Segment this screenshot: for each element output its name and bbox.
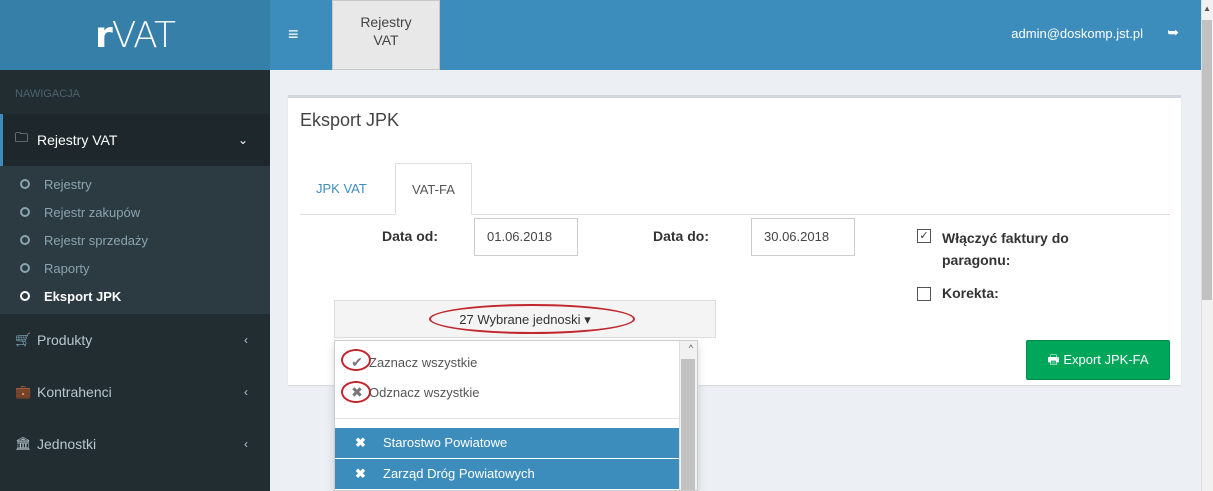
sidebar-item-produkty[interactable]: 🛒 Produkty ‹ (0, 314, 270, 366)
submenu-item-rejestry[interactable]: Rejestry (0, 170, 270, 198)
correction-label: Korekta: (942, 285, 999, 301)
scroll-up-arrow-icon[interactable]: ^ (689, 343, 693, 353)
date-to-input[interactable]: 30.06.2018 (751, 218, 855, 256)
sidebar-item-label: Produkty (37, 332, 93, 348)
tab-jpk-vat[interactable]: JPK VAT (300, 163, 383, 215)
user-email[interactable]: admin@doskomp.jst.pl (1011, 26, 1143, 41)
logo-prefix: r (95, 14, 113, 56)
page-scrollbar[interactable]: ▲ (1201, 0, 1213, 491)
sidebar-item-jednostki[interactable]: 🏛 Jednostki ‹ (0, 418, 270, 470)
include-invoices-checkbox[interactable]: ✓ (917, 229, 931, 243)
chevron-down-icon: ⌄ (237, 133, 248, 147)
briefcase-icon: 💼 (15, 384, 32, 399)
folder-icon: 🗀 (15, 130, 29, 145)
sidebar-item-label: Kontrahenci (37, 384, 112, 400)
tab-label-line2: VAT (373, 32, 399, 48)
units-dropdown-menu: ✔ Zaznacz wszystkie ✖ Odznacz wszystkie ✖ S… (334, 340, 698, 491)
annotation-ellipse (341, 349, 371, 371)
annotation-ellipse (341, 381, 371, 403)
sidebar-item-label: Jednostki (37, 436, 97, 452)
submenu-item-eksport-jpk[interactable]: Eksport JPK (0, 282, 270, 310)
scrollbar-thumb[interactable] (1202, 20, 1212, 300)
print-icon: 🖶 (1047, 352, 1060, 367)
sidebar-item-rejestry-vat[interactable]: 🗀 Rejestry VAT ⌄ (0, 114, 270, 166)
sidebar: r VAT NAWIGACJA 🗀 Rejestry VAT ⌄ Rejestry… (0, 0, 270, 491)
include-invoices-label-line2: paragonu: (942, 252, 1011, 268)
include-invoices-label: Włączyć faktury do paragonu: (942, 227, 1069, 271)
logout-icon[interactable]: ➥ (1167, 24, 1179, 41)
page-title: Eksport JPK (300, 110, 400, 130)
submenu-rejestry: Rejestry Rejestr zakupów Rejestr sprzeda… (0, 166, 270, 314)
include-invoices-label-line1: Włączyć faktury do (942, 230, 1069, 246)
tab-rejestry-vat[interactable]: Rejestry VAT (332, 0, 440, 70)
export-button-label: Export JPK-FA (1063, 352, 1149, 367)
submenu-item-rejestr-sprzedazy[interactable]: Rejestr sprzedaży (0, 226, 270, 254)
annotation-ellipse (429, 304, 635, 334)
logo-text: VAT (111, 14, 176, 56)
tab-bar: JPK VAT VAT-FA (300, 163, 1170, 215)
circle-icon (20, 263, 30, 273)
submenu-item-rejestr-zakupow[interactable]: Rejestr zakupów (0, 198, 270, 226)
bank-icon: 🏛 (15, 436, 32, 451)
cart-icon: 🛒 (15, 332, 32, 347)
tab-label-line1: Rejestry (360, 14, 412, 30)
scroll-up-arrow-icon[interactable]: ▲ (1203, 4, 1211, 13)
submenu-label: Rejestr zakupów (44, 204, 141, 220)
times-icon: ✖ (355, 435, 366, 450)
circle-icon (20, 207, 30, 217)
unit-option[interactable]: ✖ Starostwo Powiatowe (335, 428, 680, 458)
date-to-label: Data do: (653, 228, 709, 244)
chevron-left-icon: ‹ (244, 437, 248, 451)
deselect-all-label: Odznacz wszystkie (369, 385, 480, 400)
submenu-item-raporty[interactable]: Raporty (0, 254, 270, 282)
export-jpk-fa-button[interactable]: 🖶 Export JPK-FA (1026, 340, 1170, 380)
app-logo[interactable]: r VAT (0, 0, 270, 70)
date-from-label: Data od: (382, 228, 438, 244)
chevron-left-icon: ‹ (244, 333, 248, 347)
hamburger-menu-icon[interactable]: ≡ (288, 24, 299, 45)
submenu-label: Rejestry (44, 176, 92, 192)
top-navbar: ≡ Rejestry VAT admin@doskomp.jst.pl ➥ (270, 0, 1201, 70)
submenu-label: Eksport JPK (44, 288, 122, 304)
unit-option[interactable]: ✖ Zarząd Dróg Powiatowych (335, 459, 680, 489)
circle-icon (20, 235, 30, 245)
date-from-input[interactable]: 01.06.2018 (474, 218, 578, 256)
chevron-left-icon: ‹ (244, 385, 248, 399)
circle-icon (20, 291, 30, 301)
submenu-label: Rejestr sprzedaży (44, 232, 149, 248)
times-icon: ✖ (355, 466, 366, 481)
tab-vat-fa[interactable]: VAT-FA (395, 163, 472, 215)
unit-option-label: Starostwo Powiatowe (383, 435, 508, 450)
select-all-label: Zaznacz wszystkie (369, 355, 478, 370)
sidebar-item-kontrahenci[interactable]: 💼 Kontrahenci ‹ (0, 366, 270, 418)
dropdown-divider (335, 418, 680, 419)
circle-icon (20, 179, 30, 189)
nav-header: NAWIGACJA (15, 88, 80, 100)
dropdown-scrollbar-thumb[interactable] (681, 359, 695, 490)
submenu-label: Raporty (44, 260, 90, 276)
correction-checkbox[interactable] (917, 287, 931, 301)
sidebar-item-label: Rejestry VAT (37, 132, 118, 148)
dropdown-scrollbar[interactable]: ^ (679, 341, 697, 490)
unit-option-label: Zarząd Dróg Powiatowych (383, 466, 535, 481)
